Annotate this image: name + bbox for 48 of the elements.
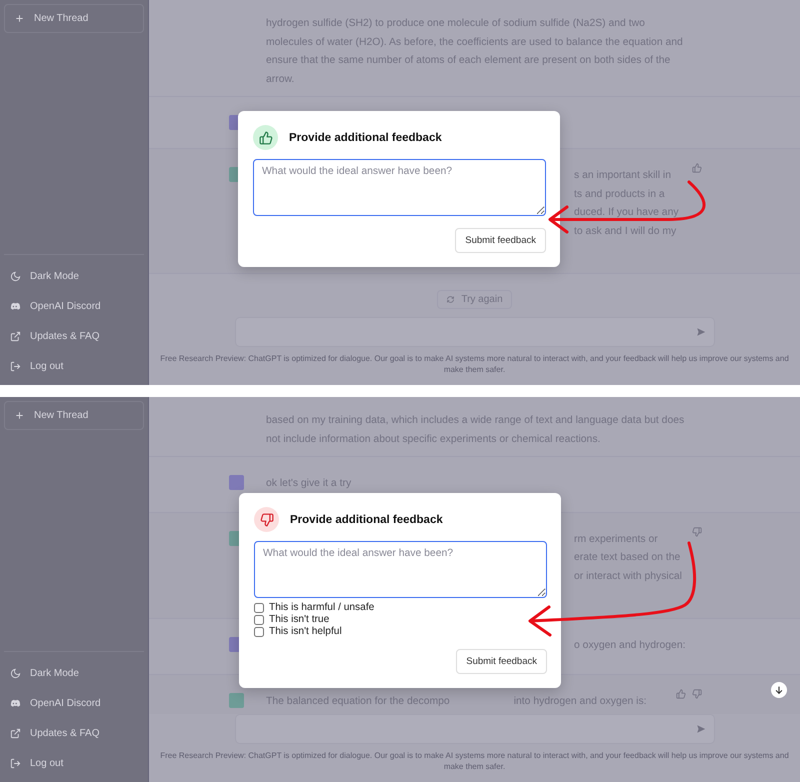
moon-icon [10, 270, 21, 282]
new-thread-button[interactable]: New Thread [4, 4, 144, 33]
checkbox[interactable] [254, 626, 264, 636]
dialog-title: Provide additional feedback [289, 132, 442, 144]
refresh-icon [446, 295, 456, 304]
plus-icon [14, 410, 25, 421]
send-icon[interactable] [696, 724, 706, 734]
submit-feedback-button[interactable]: Submit feedback [456, 649, 547, 674]
sidebar-link[interactable]: OpenAI Discord [4, 688, 144, 718]
dialog-title: Provide additional feedback [290, 514, 443, 526]
message-input[interactable] [234, 317, 714, 347]
plus-icon [14, 13, 25, 24]
thumbs-down-icon[interactable] [692, 526, 702, 536]
discord-icon [10, 300, 21, 312]
disclaimer-text: Free Research Preview: ChatGPT is optimized for dialogue. Our goal is to make AI systems more natural to interact with, and your feedback will help us improve our systems and make them safer. [159, 750, 790, 772]
logout-icon [10, 758, 21, 768]
user-avatar [229, 475, 244, 490]
sidebar-link[interactable]: Log out [4, 351, 144, 381]
new-thread-button[interactable]: New Thread [4, 401, 144, 430]
logout-icon [10, 360, 21, 372]
sidebar-link[interactable]: Dark Mode [4, 658, 144, 688]
thumbs-up-icon[interactable] [676, 688, 686, 698]
sidebar-link[interactable]: Updates & FAQ [4, 321, 144, 351]
arrow-down-icon [774, 685, 784, 695]
feedback-field[interactable]: What would the ideal answer have been? [253, 159, 546, 216]
disclaimer-text: Free Research Preview: ChatGPT is optimized for dialogue. Our goal is to make AI systems more natural to interact with, and your feedback will help us improve our systems and make them safer. [159, 353, 790, 375]
checkbox-label: This isn't helpful [269, 626, 342, 637]
checkbox[interactable] [254, 614, 264, 624]
sidebar-link[interactable]: OpenAI Discord [4, 291, 144, 321]
checkbox-label: This isn't true [269, 614, 330, 625]
moon-icon [10, 668, 21, 678]
thumbs-up-icon[interactable] [692, 163, 702, 173]
send-icon[interactable] [696, 327, 706, 337]
external-link-icon [10, 728, 21, 738]
thumbs-down-icon[interactable] [260, 512, 274, 526]
submit-feedback-button[interactable]: Submit feedback [455, 228, 546, 253]
discord-icon [10, 698, 21, 708]
checkbox-label: This is harmful / unsafe [269, 602, 374, 613]
external-link-icon [10, 330, 21, 342]
sidebar-link[interactable]: Dark Mode [4, 261, 144, 291]
checkbox[interactable] [254, 602, 264, 612]
thumbs-down-icon[interactable] [692, 688, 702, 698]
sidebar-link[interactable]: Log out [4, 748, 144, 778]
assistant-avatar [229, 692, 244, 708]
feedback-field[interactable]: What would the ideal answer have been? [254, 541, 547, 598]
sidebar-link[interactable]: Updates & FAQ [4, 718, 144, 748]
message-input[interactable] [234, 714, 714, 744]
thumbs-up-icon[interactable] [258, 130, 272, 144]
